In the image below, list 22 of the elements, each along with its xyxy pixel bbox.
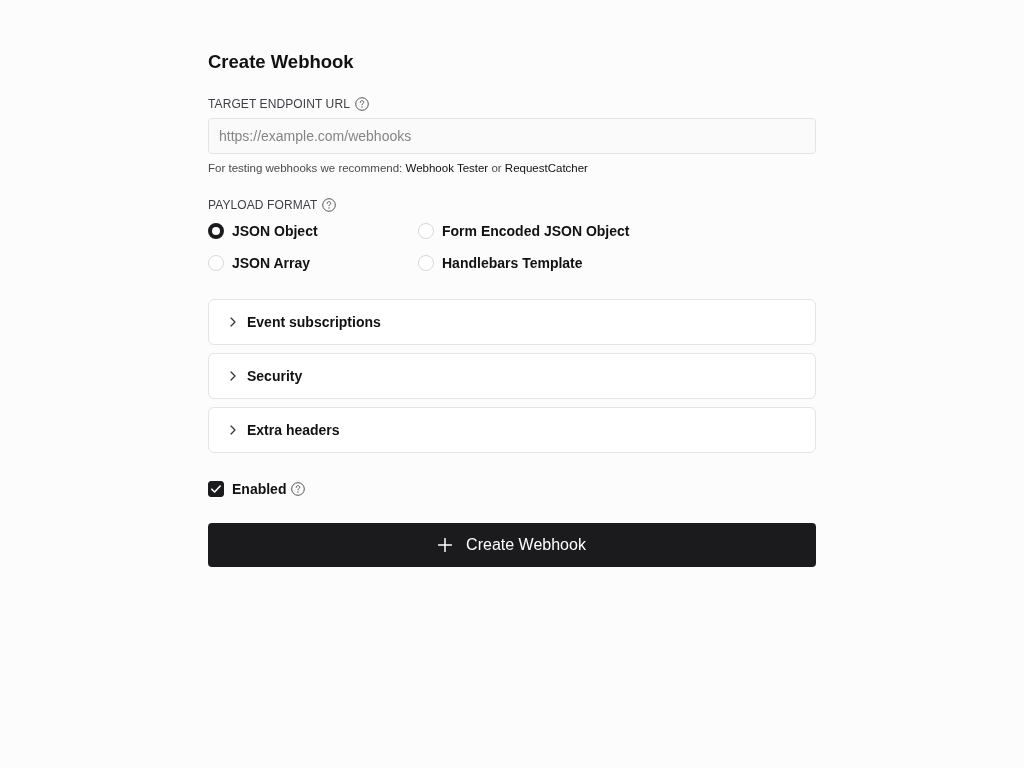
enabled-checkbox[interactable]: Enabled — [208, 481, 287, 497]
url-input[interactable]: https://example.com/webhooks — [208, 118, 816, 154]
help-icon[interactable] — [291, 482, 306, 496]
field-label: PAYLOAD FORMAT — [208, 197, 318, 213]
collapsible-section[interactable]: Extra headers — [208, 407, 816, 453]
field-label: TARGET ENDPOINT URL — [208, 96, 350, 112]
plus-icon — [438, 538, 453, 552]
link[interactable]: RequestCatcher — [504, 162, 588, 174]
format-radio-option[interactable]: JSON Object — [208, 219, 318, 243]
link[interactable]: Webhook Tester — [405, 162, 489, 174]
form-title: Create Webhook — [208, 50, 355, 74]
help-icon[interactable] — [322, 198, 337, 212]
checkbox-icon[interactable] — [208, 481, 224, 497]
help-icon[interactable] — [354, 97, 369, 111]
collapsible-section[interactable]: Event subscriptions — [208, 299, 816, 345]
hint-text: For testing webhooks we recommend: Webhook Tester or RequestCatcher — [208, 161, 588, 175]
format-radio-option[interactable]: JSON Array — [208, 251, 311, 275]
create-webhook-button[interactable]: Create Webhook — [208, 523, 816, 567]
format-radio-option[interactable]: Handlebars Template — [418, 251, 583, 275]
format-radio-option[interactable]: Form Encoded JSON Object — [418, 219, 630, 243]
collapsible-section[interactable]: Security — [208, 353, 816, 399]
radio-icon[interactable] — [208, 223, 224, 239]
